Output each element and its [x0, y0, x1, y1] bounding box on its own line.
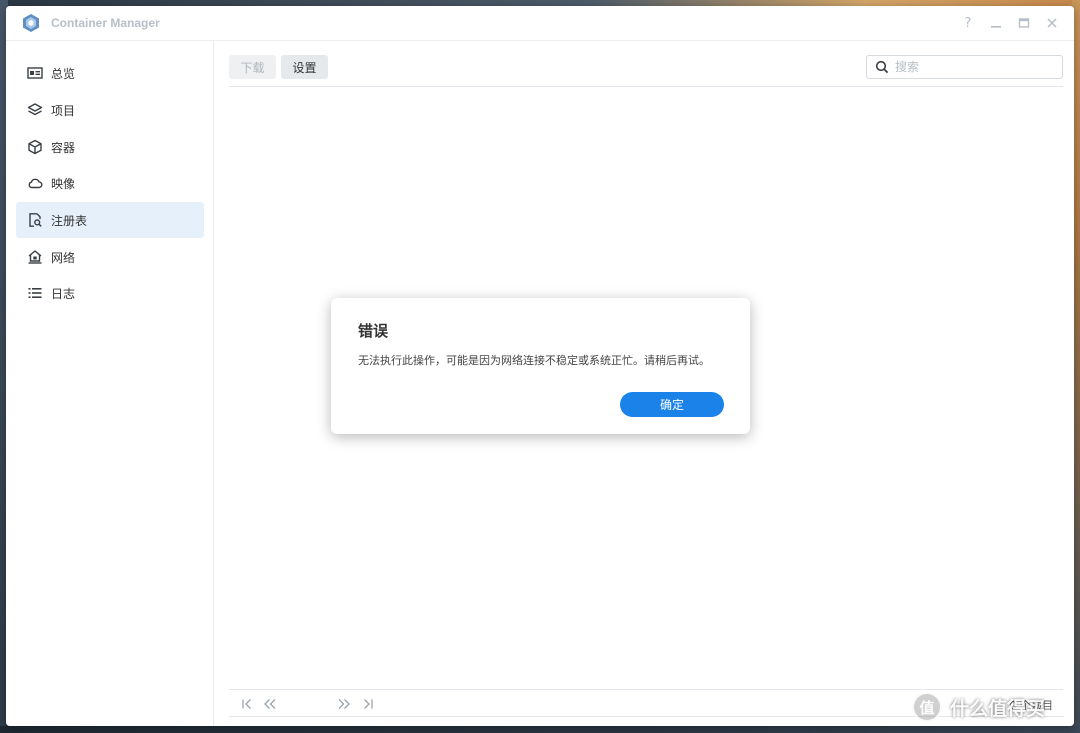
ok-button[interactable]: 确定	[620, 392, 724, 417]
error-dialog: 错误 无法执行此操作，可能是因为网络连接不稳定或系统正忙。请稍后再试。 确定	[331, 298, 750, 434]
watermark-text: 什么值得买	[950, 697, 1046, 720]
watermark: 值 什么值得买	[912, 688, 1072, 726]
modal-overlay: 错误 无法执行此操作，可能是因为网络连接不稳定或系统正忙。请稍后再试。 确定	[0, 0, 1080, 733]
watermark-logo-icon: 值	[912, 692, 942, 722]
dialog-title: 错误	[358, 322, 389, 340]
dialog-message: 无法执行此操作，可能是因为网络连接不稳定或系统正忙。请稍后再试。	[358, 354, 710, 367]
